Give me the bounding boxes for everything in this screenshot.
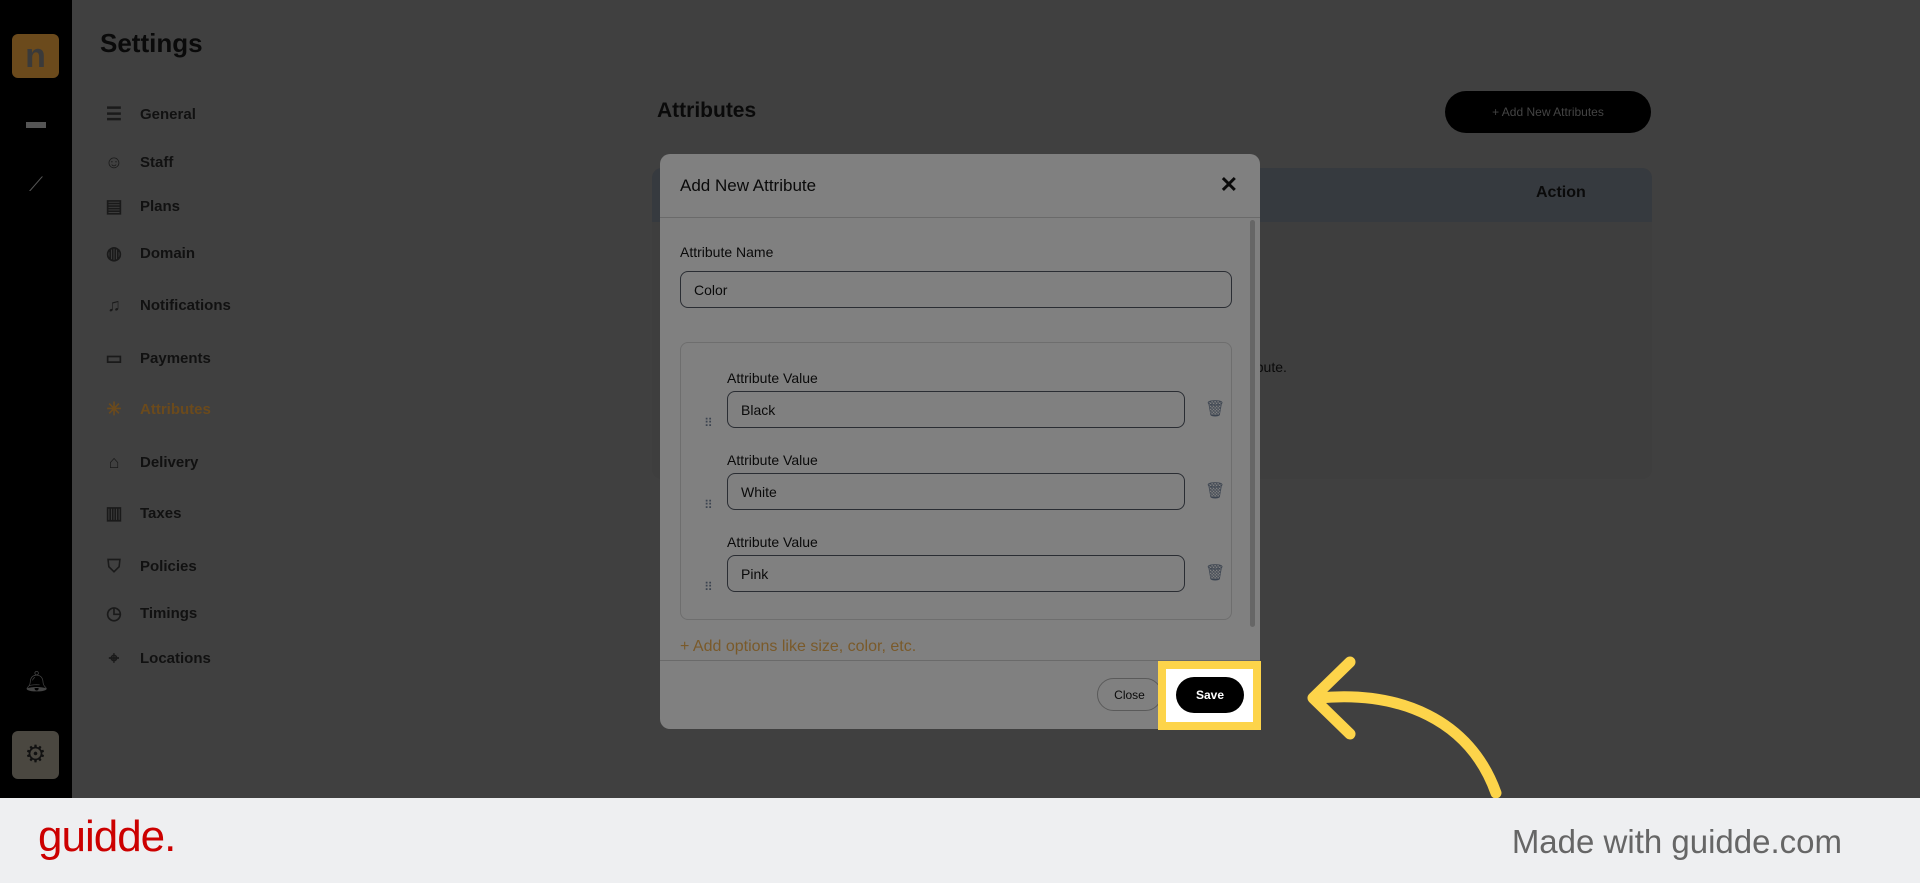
guidde-logo: guidde. bbox=[38, 812, 176, 861]
pointer-arrow-icon bbox=[1307, 656, 1502, 799]
made-with-text: Made with guidde.com bbox=[1511, 823, 1842, 860]
footer: guidde. Made with guidde.com bbox=[0, 798, 1920, 883]
